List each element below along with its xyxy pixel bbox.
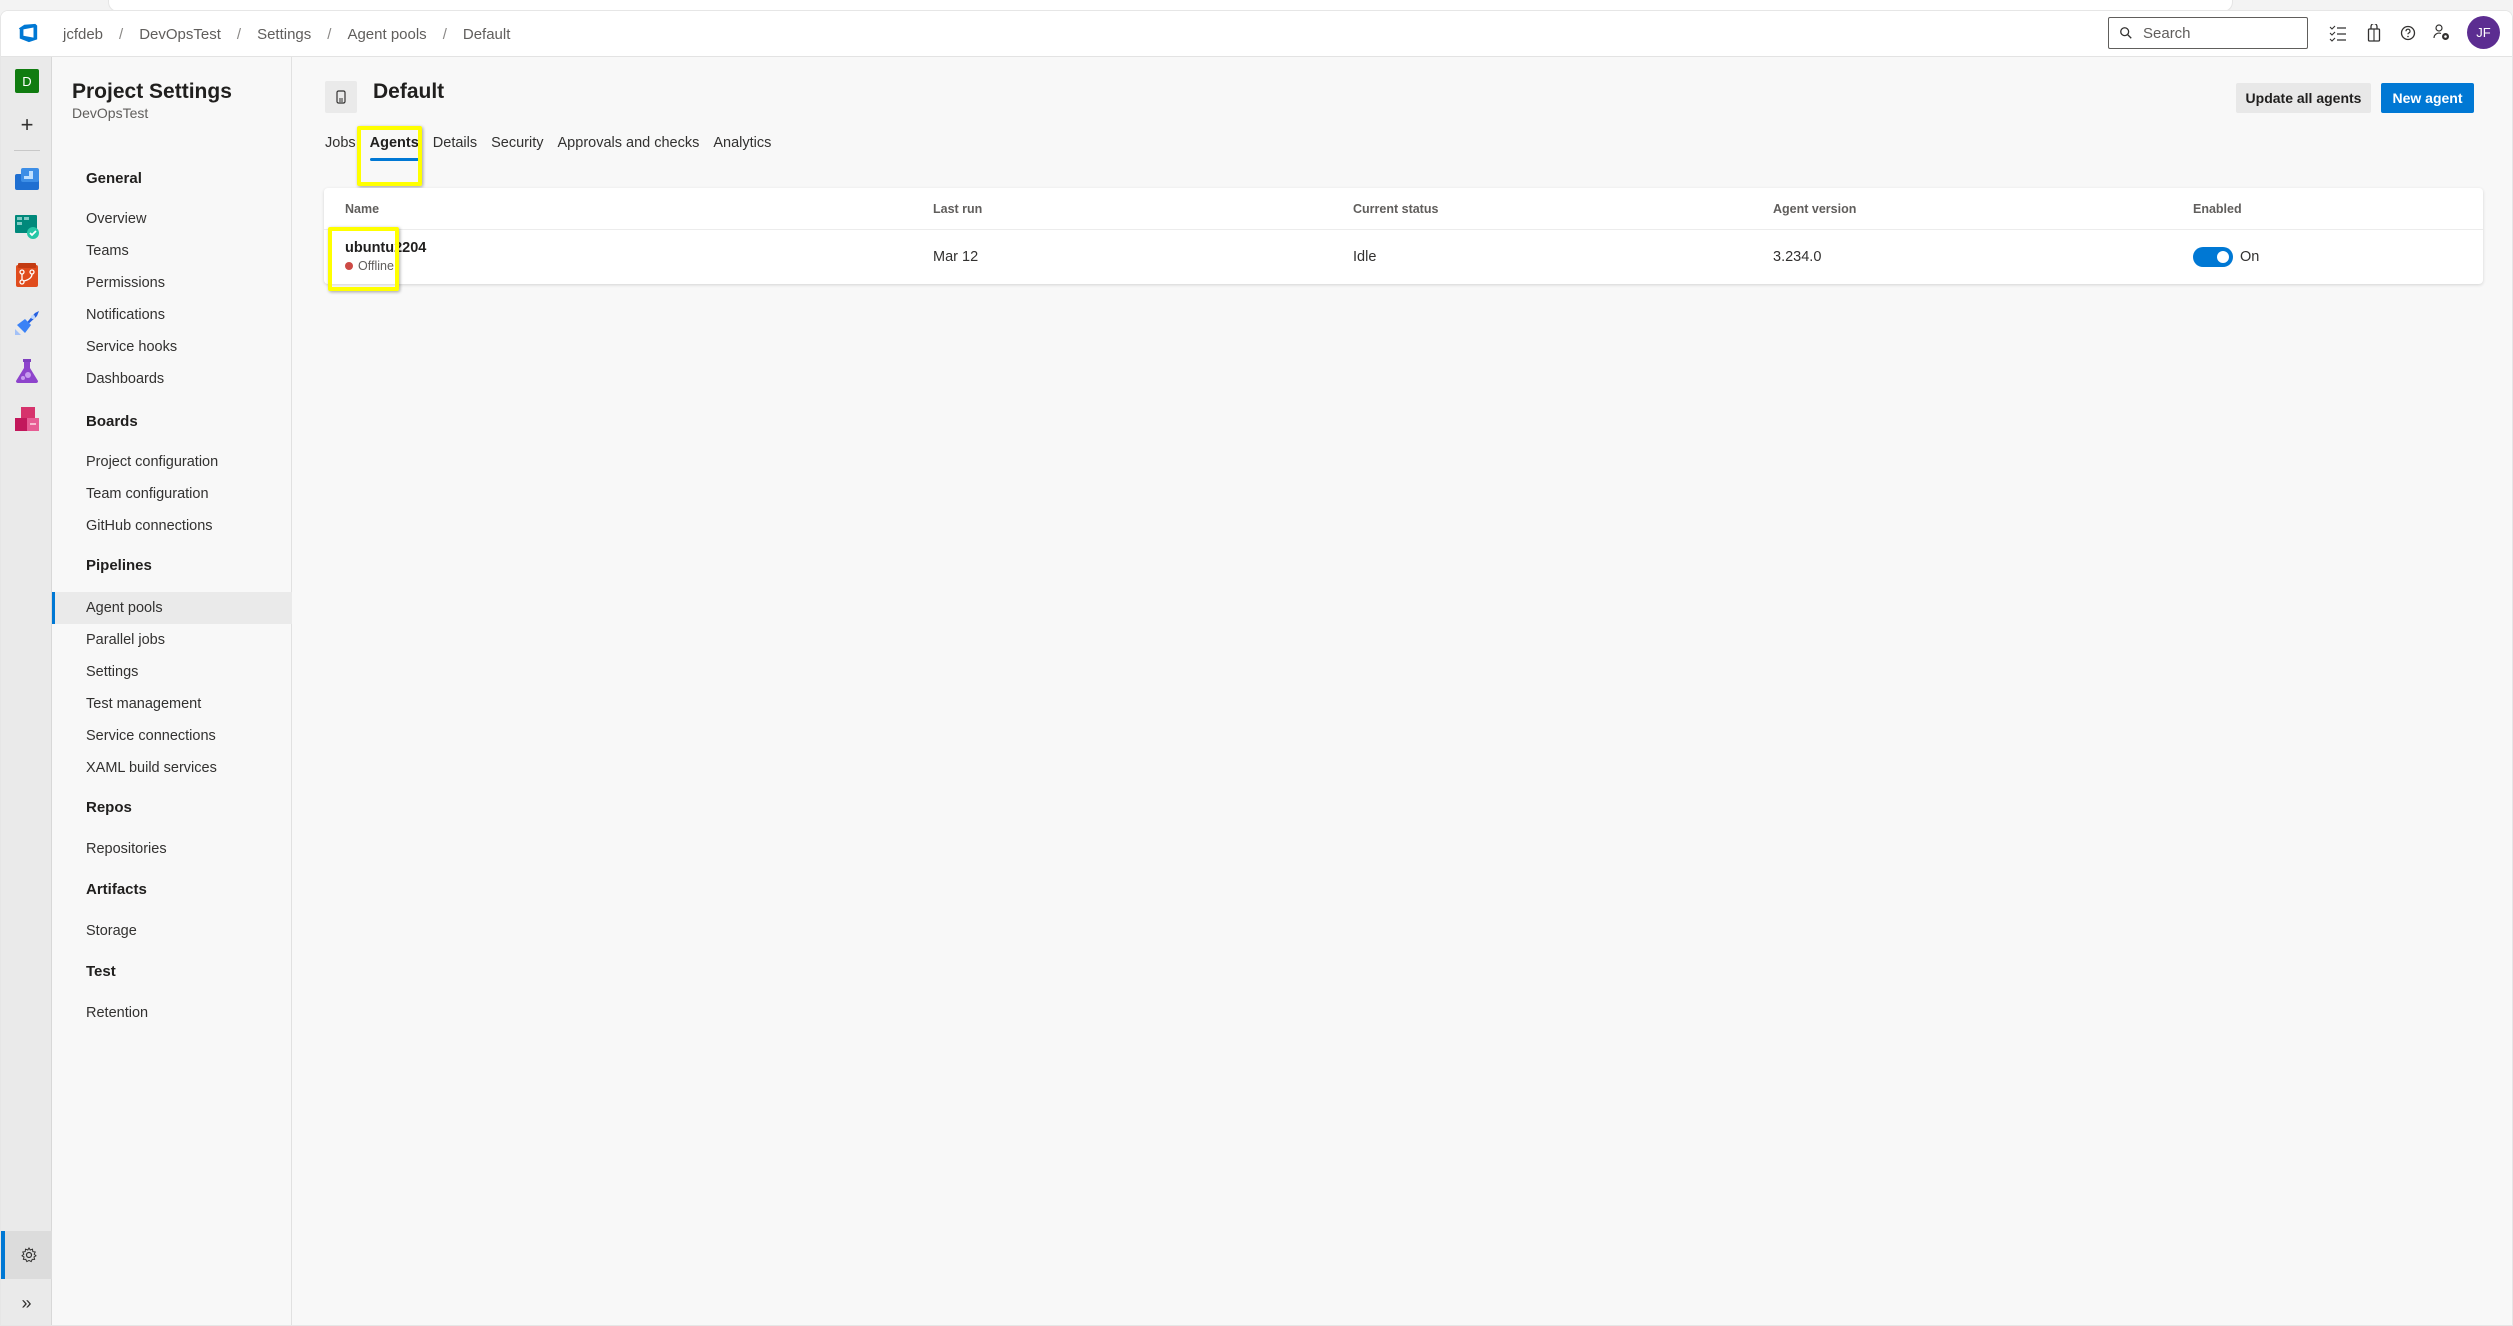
tab-approvals-and-checks[interactable]: Approvals and checks bbox=[558, 123, 700, 163]
sidebar-item-parallel-jobs[interactable]: Parallel jobs bbox=[52, 624, 292, 656]
artifacts-service-icon[interactable] bbox=[15, 407, 39, 431]
section-boards: Boards bbox=[86, 413, 138, 430]
sidebar-item-notifications[interactable]: Notifications bbox=[52, 299, 292, 331]
table-header: Name Last run Current status Agent versi… bbox=[324, 188, 2483, 230]
sidebar-item-storage[interactable]: Storage bbox=[52, 915, 292, 947]
test-plans-service-icon[interactable] bbox=[15, 359, 39, 383]
app-window: jcfdeb / DevOpsTest / Settings / Agent p… bbox=[0, 10, 2513, 1326]
agent-version: 3.234.0 bbox=[1773, 249, 1822, 265]
sidebar-item-retention[interactable]: Retention bbox=[52, 997, 292, 1029]
add-icon[interactable]: + bbox=[15, 112, 39, 137]
search-icon bbox=[2120, 27, 2132, 39]
table-row[interactable]: ubuntu2204 Offline Mar 12 Idle 3.234.0 O… bbox=[324, 230, 2483, 284]
work-items-checklist-icon[interactable] bbox=[2328, 23, 2348, 43]
rail-divider bbox=[14, 150, 40, 151]
column-header-agent-version[interactable]: Agent version bbox=[1773, 202, 1856, 216]
breadcrumb-project[interactable]: DevOpsTest bbox=[139, 26, 221, 43]
tab-agents[interactable]: Agents bbox=[369, 123, 419, 163]
service-rail: D + » bbox=[1, 57, 52, 1325]
section-repos: Repos bbox=[86, 799, 132, 816]
sidebar-item-github-connections[interactable]: GitHub connections bbox=[52, 510, 292, 542]
section-test: Test bbox=[86, 963, 116, 980]
breadcrumb-separator: / bbox=[236, 25, 242, 43]
section-pipelines: Pipelines bbox=[86, 557, 152, 574]
offline-status-dot-icon bbox=[345, 262, 353, 270]
agent-name[interactable]: ubuntu2204 bbox=[345, 240, 426, 256]
user-avatar[interactable]: JF bbox=[2467, 16, 2500, 49]
pool-tabs: Jobs Agents Details Security Approvals a… bbox=[325, 123, 785, 163]
user-settings-icon[interactable] bbox=[2432, 23, 2452, 43]
new-agent-button[interactable]: New agent bbox=[2381, 83, 2474, 113]
agent-pool-icon bbox=[325, 81, 357, 113]
project-avatar[interactable]: D bbox=[15, 69, 39, 93]
column-header-enabled[interactable]: Enabled bbox=[2193, 202, 2242, 216]
project-settings-button[interactable] bbox=[1, 1231, 52, 1279]
boards-service-icon[interactable] bbox=[15, 215, 39, 239]
breadcrumb-separator: / bbox=[327, 25, 332, 43]
azure-devops-logo-icon[interactable] bbox=[17, 22, 39, 44]
main-content: Default Update all agents New agent Jobs… bbox=[292, 57, 2512, 1325]
sidebar-item-settings[interactable]: Settings bbox=[52, 656, 292, 688]
breadcrumb-organization[interactable]: jcfdeb bbox=[63, 26, 103, 43]
sidebar-item-test-management[interactable]: Test management bbox=[52, 688, 292, 720]
agent-enabled-label: On bbox=[2240, 249, 2260, 265]
sidebar-item-repositories[interactable]: Repositories bbox=[52, 833, 292, 865]
tab-jobs[interactable]: Jobs bbox=[325, 123, 356, 163]
agent-last-run: Mar 12 bbox=[933, 249, 979, 265]
sidebar-item-permissions[interactable]: Permissions bbox=[52, 267, 292, 299]
column-header-name[interactable]: Name bbox=[345, 202, 379, 216]
pipelines-service-icon[interactable] bbox=[15, 311, 39, 335]
update-all-agents-button[interactable]: Update all agents bbox=[2236, 83, 2371, 113]
marketplace-bag-icon[interactable] bbox=[2364, 23, 2384, 43]
agent-current-status: Idle bbox=[1353, 249, 1377, 265]
search-input[interactable] bbox=[2143, 24, 2293, 42]
agents-table: Name Last run Current status Agent versi… bbox=[324, 188, 2483, 284]
sidebar-item-overview[interactable]: Overview bbox=[52, 203, 292, 235]
tab-details[interactable]: Details bbox=[433, 123, 477, 163]
column-header-last-run[interactable]: Last run bbox=[933, 202, 982, 216]
repos-service-icon[interactable] bbox=[15, 263, 39, 287]
breadcrumb-default[interactable]: Default bbox=[463, 26, 511, 43]
help-icon[interactable] bbox=[2398, 23, 2418, 43]
sidebar-subtitle: DevOpsTest bbox=[72, 105, 149, 121]
expand-rail-button[interactable]: » bbox=[1, 1279, 52, 1325]
search-box[interactable] bbox=[2108, 17, 2308, 49]
breadcrumb-separator: / bbox=[119, 25, 124, 43]
sidebar-item-service-connections[interactable]: Service connections bbox=[52, 720, 292, 752]
sidebar-item-dashboards[interactable]: Dashboards bbox=[52, 363, 292, 395]
sidebar-item-service-hooks[interactable]: Service hooks bbox=[52, 331, 292, 363]
agent-status-text: Offline bbox=[358, 259, 394, 273]
sidebar-item-xaml-build-services[interactable]: XAML build services bbox=[52, 752, 292, 784]
gear-icon bbox=[20, 1247, 37, 1263]
breadcrumb-agent-pools[interactable]: Agent pools bbox=[347, 26, 426, 43]
section-general: General bbox=[86, 170, 142, 187]
toggle-knob bbox=[2217, 251, 2229, 263]
sidebar-item-project-configuration[interactable]: Project configuration bbox=[52, 446, 292, 478]
sidebar-item-teams[interactable]: Teams bbox=[52, 235, 292, 267]
breadcrumb-settings[interactable]: Settings bbox=[257, 26, 311, 43]
agent-connection-status: Offline bbox=[345, 259, 394, 273]
tab-analytics[interactable]: Analytics bbox=[713, 123, 771, 163]
column-header-current-status[interactable]: Current status bbox=[1353, 202, 1438, 216]
agent-enabled-toggle[interactable] bbox=[2193, 247, 2233, 267]
sidebar-title: Project Settings bbox=[72, 80, 232, 103]
settings-sidebar: Project Settings DevOpsTest General Over… bbox=[52, 57, 292, 1325]
tab-security[interactable]: Security bbox=[491, 123, 543, 163]
section-artifacts: Artifacts bbox=[86, 881, 147, 898]
breadcrumb: jcfdeb / DevOpsTest / Settings / Agent p… bbox=[63, 11, 510, 57]
top-header: jcfdeb / DevOpsTest / Settings / Agent p… bbox=[1, 11, 2512, 57]
overview-service-icon[interactable] bbox=[15, 167, 39, 191]
sidebar-item-team-configuration[interactable]: Team configuration bbox=[52, 478, 292, 510]
breadcrumb-separator: / bbox=[442, 25, 447, 43]
page-title: Default bbox=[373, 80, 445, 103]
sidebar-item-agent-pools[interactable]: Agent pools bbox=[52, 592, 292, 624]
